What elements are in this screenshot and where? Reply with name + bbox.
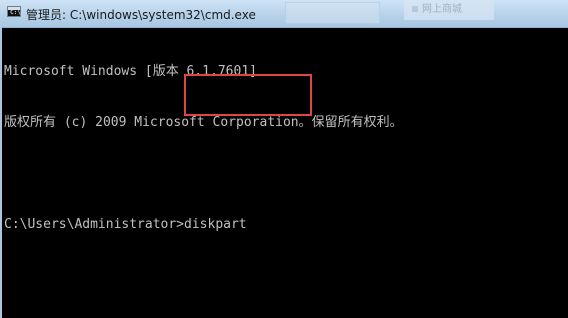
cmd-window: C:\ 管理员: C:\windows\system32\cmd.exe 网上商… bbox=[0, 0, 568, 318]
background-window-button bbox=[285, 2, 380, 24]
tab-icon bbox=[412, 6, 418, 12]
cmd-icon[interactable]: C:\ bbox=[7, 6, 21, 17]
background-tab-label: 网上商城 bbox=[422, 4, 462, 15]
console-prompt: C:\Users\Administrator> bbox=[4, 217, 185, 232]
background-tab: 网上商城 bbox=[404, 0, 494, 20]
console-output[interactable]: Microsoft Windows [版本 6.1.7601] 版权所有 (c)… bbox=[4, 29, 568, 318]
window-title: 管理员: C:\windows\system32\cmd.exe bbox=[26, 8, 256, 22]
console-command-line[interactable]: C:\Users\Administrator>diskpart bbox=[4, 216, 568, 233]
command-highlight-box bbox=[184, 74, 312, 116]
window-border bbox=[0, 27, 2, 318]
title-bar[interactable]: C:\ 管理员: C:\windows\system32\cmd.exe 网上商… bbox=[0, 0, 568, 28]
console-line-copyright: 版权所有 (c) 2009 Microsoft Corporation。保留所有… bbox=[4, 115, 403, 130]
console-command: diskpart bbox=[184, 217, 247, 232]
